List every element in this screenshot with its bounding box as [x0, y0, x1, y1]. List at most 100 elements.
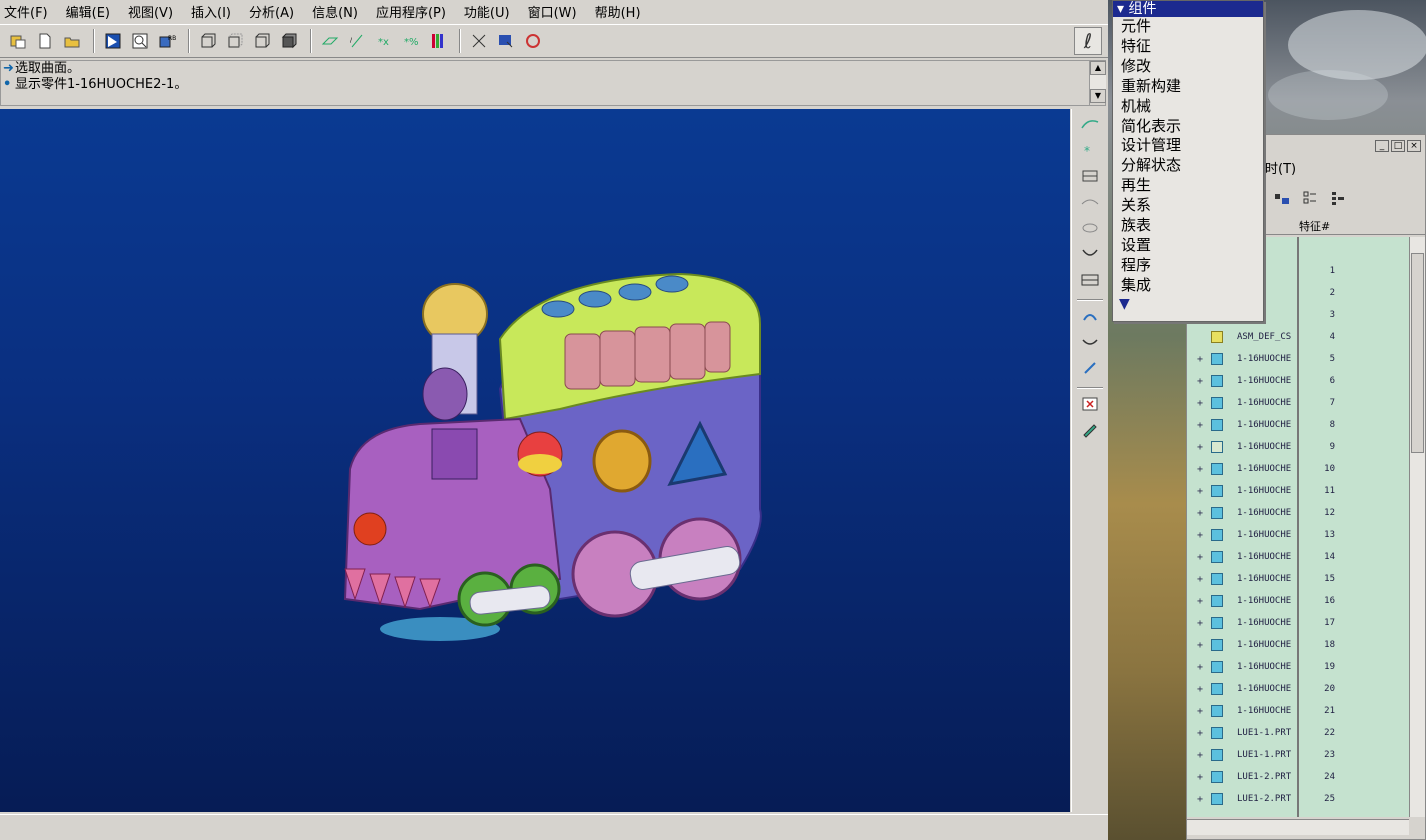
menu-help[interactable]: 帮助(H)	[595, 2, 641, 21]
wireframe-icon[interactable]	[196, 29, 220, 53]
menu-item-component[interactable]: 元件	[1113, 17, 1263, 37]
expand-icon[interactable]: +	[1197, 618, 1203, 629]
shading-icon[interactable]	[277, 29, 301, 53]
expand-icon[interactable]: +	[1197, 398, 1203, 409]
view-manager-icon[interactable]	[494, 29, 518, 53]
menu-item-feature[interactable]: 特征	[1113, 37, 1263, 57]
menu-applications[interactable]: 应用程序(P)	[376, 2, 446, 21]
datum-analysis-icon[interactable]	[1077, 269, 1103, 291]
context-help-icon[interactable]: ℓ	[1074, 27, 1102, 55]
menu-header[interactable]: ▾ 组件	[1113, 1, 1263, 17]
expand-icon[interactable]: +	[1197, 464, 1203, 475]
tree-row[interactable]: +1-16HUOCHE 15	[1187, 569, 1409, 591]
tree-row[interactable]: +1-16HUOCHE 11	[1187, 481, 1409, 503]
minimize-icon[interactable]: _	[1375, 140, 1389, 152]
tree-row[interactable]: +1-16HUOCHE 12	[1187, 503, 1409, 525]
tree-row[interactable]: +1-16HUOCHE 10	[1187, 459, 1409, 481]
scroll-track[interactable]	[1090, 75, 1106, 89]
expand-icon[interactable]: +	[1197, 376, 1203, 387]
datum-axis-icon[interactable]: /	[345, 29, 369, 53]
expand-icon[interactable]: +	[1197, 728, 1203, 739]
scroll-up-icon[interactable]: ▲	[1090, 61, 1106, 75]
message-scrollbar[interactable]: ▲ ▼	[1089, 61, 1106, 105]
tree-settings-icon[interactable]	[1271, 187, 1293, 209]
expand-icon[interactable]: +	[1197, 486, 1203, 497]
tree-row[interactable]: ASM_DEF_CS 4	[1187, 327, 1409, 349]
menu-item-explode-state[interactable]: 分解状态	[1113, 156, 1263, 176]
menu-file[interactable]: 文件(F)	[4, 2, 48, 21]
tree-row[interactable]: +1-16HUOCHE 7	[1187, 393, 1409, 415]
datum-plane-icon[interactable]	[1077, 165, 1103, 187]
menu-item-program[interactable]: 程序	[1113, 256, 1263, 276]
tree-row[interactable]: +1-16HUOCHE 16	[1187, 591, 1409, 613]
tree-filter-icon[interactable]	[1299, 187, 1321, 209]
tree-row[interactable]: +1-16HUOCHE 20	[1187, 679, 1409, 701]
datum-plane-icon[interactable]	[318, 29, 342, 53]
create-component-icon[interactable]	[1077, 331, 1103, 353]
appearance-icon[interactable]	[521, 29, 545, 53]
datum-point-icon[interactable]: *x	[372, 29, 396, 53]
tree-vertical-scrollbar[interactable]	[1409, 237, 1425, 817]
menu-item-relations[interactable]: 关系	[1113, 196, 1263, 216]
tree-list[interactable]: HE2.A IGHT1 OP2 RONT3 ASM_DEF_CS4 +1-16H…	[1187, 237, 1409, 817]
tree-row[interactable]: + LUE1-1.PRT 23	[1187, 745, 1409, 767]
menu-window[interactable]: 窗口(W)	[528, 2, 577, 21]
menu-edit[interactable]: 编辑(E)	[66, 2, 110, 21]
graphics-viewport[interactable]	[0, 109, 1070, 812]
tree-row[interactable]: +1-16HUOCHE 9	[1187, 437, 1409, 459]
menu-item-setup[interactable]: 设置	[1113, 236, 1263, 256]
expand-icon[interactable]: +	[1197, 596, 1203, 607]
no-hidden-icon[interactable]	[250, 29, 274, 53]
datum-point-icon[interactable]: *	[1077, 139, 1103, 161]
maximize-icon[interactable]: □	[1391, 140, 1405, 152]
tree-row[interactable]: + LUE1-2.PRT 24	[1187, 767, 1409, 789]
more-items-arrow-icon[interactable]: ▼	[1113, 296, 1263, 312]
datum-axis-icon[interactable]	[1077, 191, 1103, 213]
tree-row[interactable]: +1-16HUOCHE 14	[1187, 547, 1409, 569]
tree-row[interactable]: +1-16HUOCHE 6	[1187, 371, 1409, 393]
expand-icon[interactable]: +	[1197, 706, 1203, 717]
tree-row[interactable]: +1-16HUOCHE 8	[1187, 415, 1409, 437]
tree-horizontal-scrollbar[interactable]	[1187, 819, 1409, 835]
menu-view[interactable]: 视图(V)	[128, 2, 173, 21]
sketch-tool-icon[interactable]	[467, 29, 491, 53]
tree-row[interactable]: +1-16HUOCHE 21	[1187, 701, 1409, 723]
tree-row[interactable]: +1-16HUOCHE 18	[1187, 635, 1409, 657]
package-component-icon[interactable]	[1077, 357, 1103, 379]
spin-center-icon[interactable]	[426, 29, 450, 53]
expand-icon[interactable]: +	[1197, 750, 1203, 761]
menu-item-family-table[interactable]: 族表	[1113, 216, 1263, 236]
menu-analysis[interactable]: 分析(A)	[249, 2, 294, 21]
train-model[interactable]	[0, 109, 1070, 812]
coord-sys-icon[interactable]: *%	[399, 29, 423, 53]
menu-info[interactable]: 信息(N)	[312, 2, 358, 21]
menu-item-mechanism[interactable]: 机械	[1113, 97, 1263, 117]
open-folder-icon[interactable]	[60, 29, 84, 53]
scroll-thumb[interactable]	[1411, 253, 1424, 453]
close-icon[interactable]: ×	[1407, 140, 1421, 152]
new-file-icon[interactable]	[33, 29, 57, 53]
expand-icon[interactable]: +	[1197, 640, 1203, 651]
datum-curve-icon[interactable]	[1077, 243, 1103, 265]
menu-item-regenerate[interactable]: 再生	[1113, 176, 1263, 196]
expand-icon[interactable]: +	[1197, 530, 1203, 541]
menu-insert[interactable]: 插入(I)	[191, 2, 231, 21]
expand-icon[interactable]: +	[1197, 574, 1203, 585]
menu-item-modify[interactable]: 修改	[1113, 57, 1263, 77]
menu-utilities[interactable]: 功能(U)	[464, 2, 510, 21]
expand-icon[interactable]: +	[1197, 420, 1203, 431]
tree-row[interactable]: + LUE1-1.PRT 22	[1187, 723, 1409, 745]
expand-icon[interactable]: +	[1197, 684, 1203, 695]
edit-definition-icon[interactable]	[1077, 419, 1103, 441]
expand-icon[interactable]: +	[1197, 442, 1203, 453]
menu-item-reconstruct[interactable]: 重新构建	[1113, 77, 1263, 97]
menu-item-integrate[interactable]: 集成	[1113, 276, 1263, 296]
expand-icon[interactable]: +	[1197, 662, 1203, 673]
tree-row[interactable]: +1-16HUOCHE 5	[1187, 349, 1409, 371]
tree-columns-icon[interactable]	[1327, 187, 1349, 209]
tree-row[interactable]: +1-16HUOCHE 17	[1187, 613, 1409, 635]
feature-number-header[interactable]: 特征#	[1299, 218, 1330, 234]
tree-row[interactable]: +1-16HUOCHE 19	[1187, 657, 1409, 679]
expand-icon[interactable]: +	[1197, 552, 1203, 563]
tree-row[interactable]: +1-16HUOCHE 13	[1187, 525, 1409, 547]
